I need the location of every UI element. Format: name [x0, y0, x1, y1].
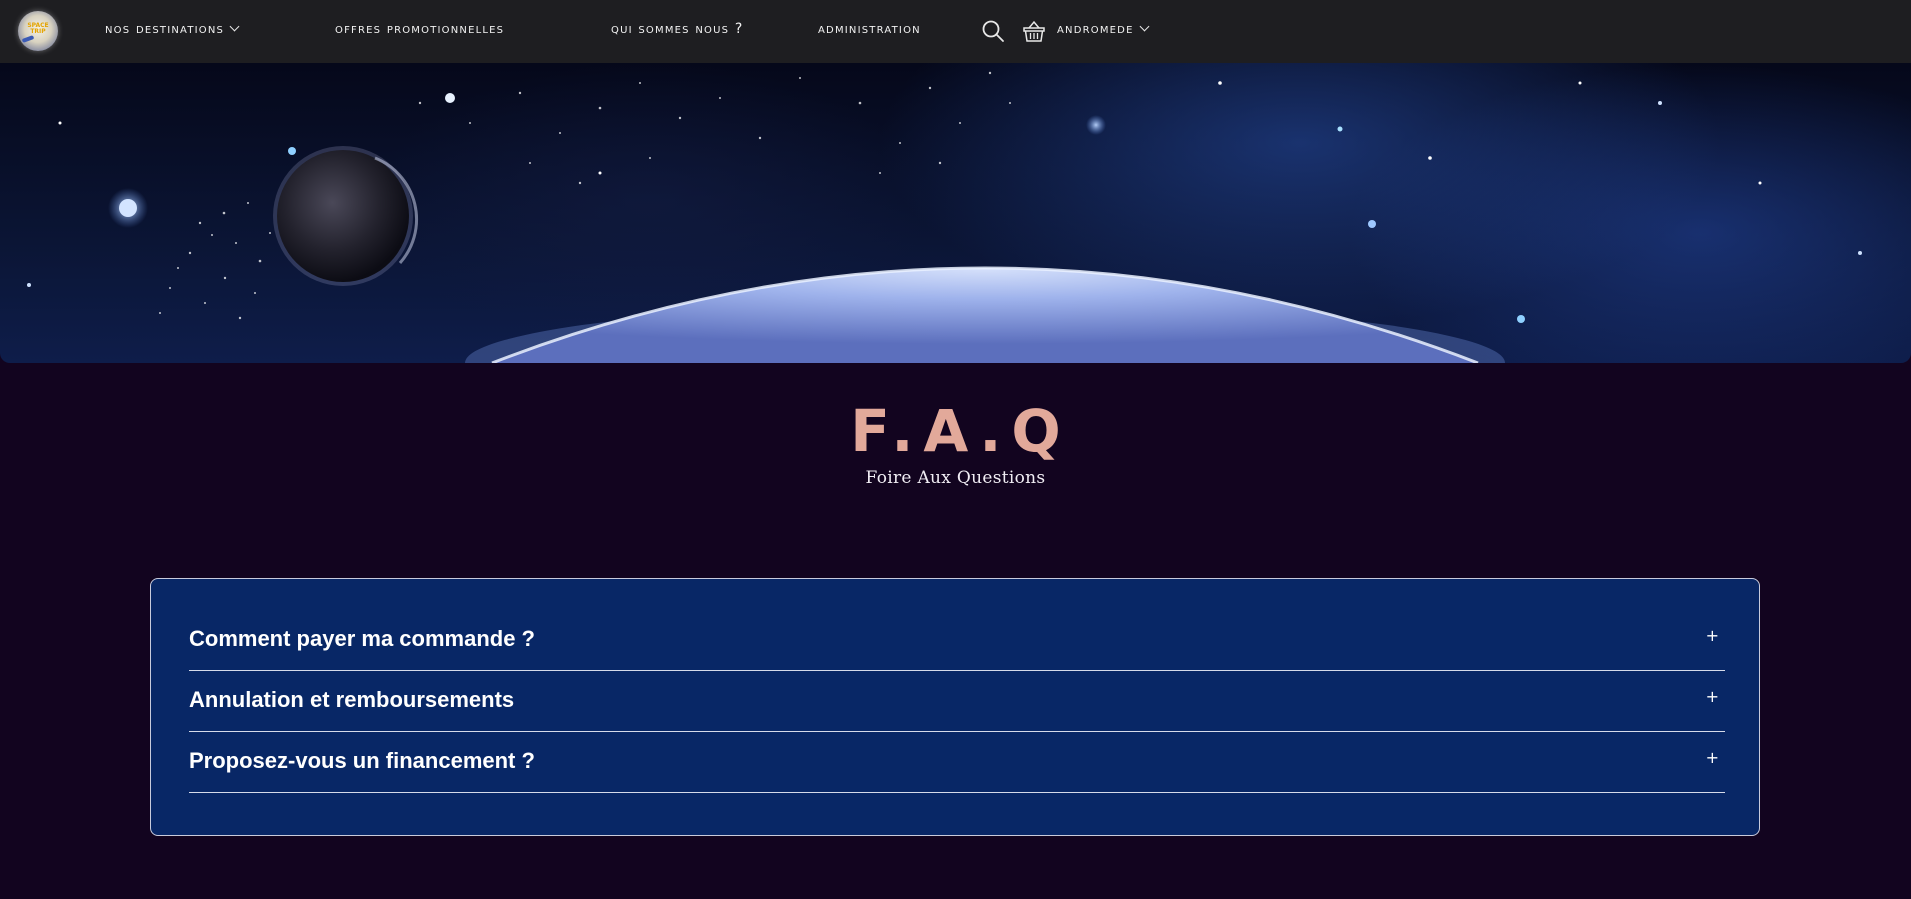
- nav-item-label: NOS DESTINATIONS: [105, 21, 225, 37]
- faq-accordion: Comment payer ma commande ? + Annulation…: [150, 578, 1760, 836]
- user-name: ANDROMEDE: [1057, 21, 1134, 37]
- nav-item-label: OFFRES PROMOTIONNELLES: [335, 21, 505, 37]
- site-logo[interactable]: SPACE TRIP: [18, 11, 58, 51]
- top-navbar: SPACE TRIP NOS DESTINATIONS OFFRES PROMO…: [0, 0, 1911, 63]
- faq-question: Comment payer ma commande ?: [189, 626, 535, 651]
- plus-icon[interactable]: +: [1706, 626, 1719, 645]
- plus-icon[interactable]: +: [1706, 687, 1719, 706]
- faq-question: Annulation et remboursements: [189, 687, 515, 712]
- basket-icon[interactable]: [1022, 19, 1046, 43]
- nav-item-label: ADMINISTRATION: [818, 21, 921, 37]
- page-subtitle: Foire Aux Questions: [865, 468, 1046, 488]
- nav-item-label: QUI SOMMES NOUS ?: [611, 21, 744, 37]
- nav-item-promotions[interactable]: OFFRES PROMOTIONNELLES: [335, 21, 504, 37]
- faq-header: F.A.Q Foire Aux Questions: [0, 400, 1911, 488]
- nav-item-destinations[interactable]: NOS DESTINATIONS: [105, 21, 240, 37]
- nav-item-about[interactable]: QUI SOMMES NOUS ?: [611, 21, 743, 37]
- faq-item-payment[interactable]: Comment payer ma commande ? +: [189, 610, 1725, 671]
- chevron-down-icon: [229, 21, 240, 32]
- chevron-down-icon: [1139, 21, 1150, 32]
- plus-icon[interactable]: +: [1706, 748, 1719, 767]
- user-menu[interactable]: ANDROMEDE: [1057, 21, 1150, 37]
- search-icon[interactable]: [981, 19, 1005, 43]
- space-illustration: [27, 71, 1862, 363]
- nav-item-administration[interactable]: ADMINISTRATION: [818, 21, 921, 37]
- rocket-icon: [21, 35, 35, 43]
- logo-text: SPACE TRIP: [27, 22, 49, 35]
- faq-question: Proposez-vous un financement ?: [189, 748, 535, 773]
- hero-banner: [0, 63, 1911, 363]
- faq-item-refunds[interactable]: Annulation et remboursements +: [189, 671, 1725, 732]
- faq-item-financing[interactable]: Proposez-vous un financement ? +: [189, 732, 1725, 793]
- page-title: F.A.Q: [850, 397, 1071, 465]
